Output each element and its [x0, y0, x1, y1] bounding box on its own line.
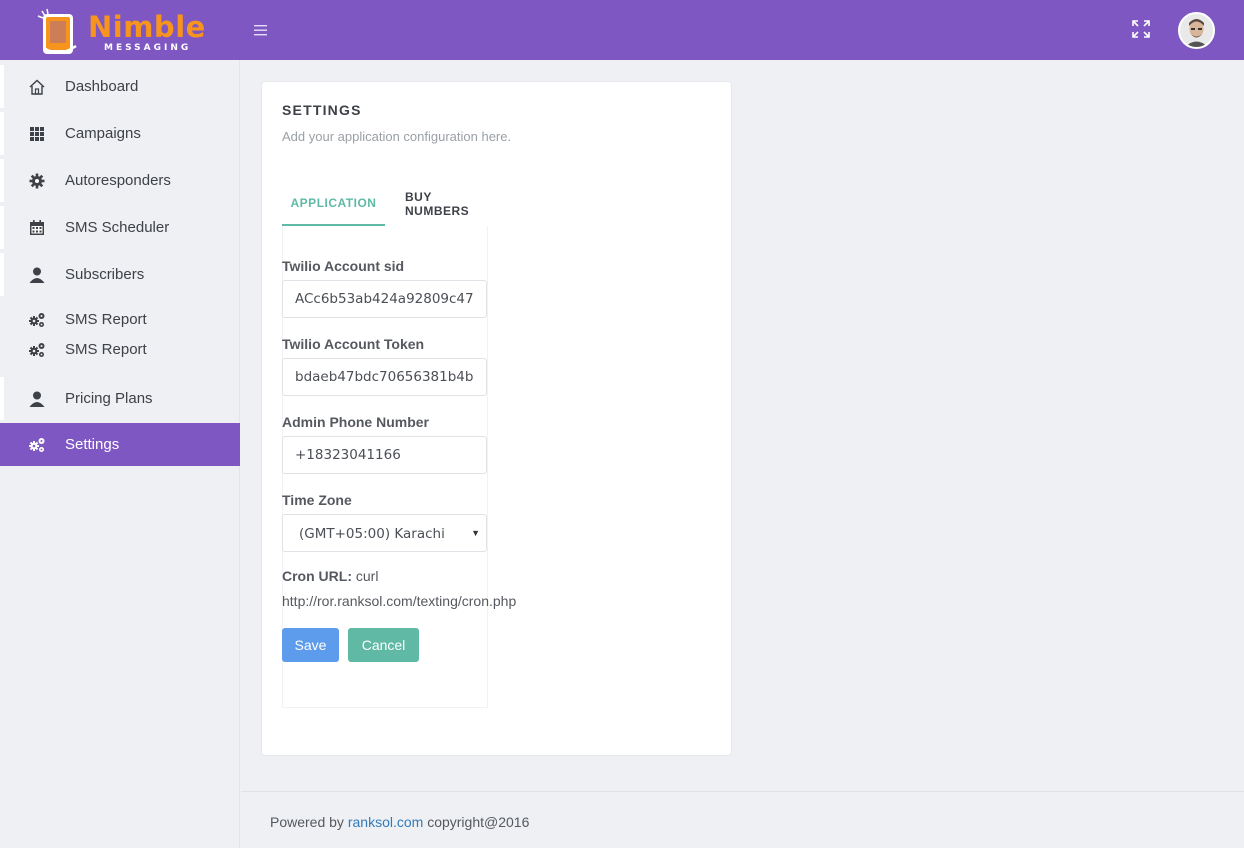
timezone-value: (GMT+05:00) Karachi	[299, 526, 445, 542]
phone-input[interactable]	[282, 436, 487, 474]
settings-tabs: APPLICATION BUY NUMBERS	[282, 182, 492, 226]
sidebar-item-label: Pricing Plans	[65, 390, 153, 407]
gears-icon	[28, 311, 46, 329]
footer-prefix: Powered by	[270, 814, 344, 830]
sidebar-item-campaigns[interactable]: Campaigns	[0, 112, 240, 155]
sidebar-item-pricing-plans[interactable]: Pricing Plans	[0, 377, 240, 420]
calendar-icon	[28, 219, 46, 237]
user-face-icon	[1180, 14, 1213, 47]
brand-tagline: MESSAGING	[104, 43, 192, 53]
sidebar-item-label: Subscribers	[65, 266, 145, 283]
sidebar-item-label: SMS Report	[65, 341, 147, 358]
gears-icon	[28, 436, 46, 454]
sidebar-item-sms-report[interactable]: SMS Report	[0, 305, 240, 335]
sidebar-item-settings[interactable]: Settings	[0, 423, 240, 466]
caret-down-icon: ▼	[471, 528, 480, 538]
phone-logo-icon	[37, 8, 77, 54]
phone-label: Admin Phone Number	[282, 414, 430, 430]
footer-suffix: copyright@2016	[427, 814, 530, 830]
sidebar-item-label: Settings	[65, 436, 120, 453]
sid-input[interactable]	[282, 280, 487, 318]
cron-label: Cron URL:	[282, 568, 352, 584]
tab-buy-numbers[interactable]: BUY NUMBERS	[405, 182, 492, 226]
page-title: SETTINGS	[282, 102, 362, 118]
gear-icon	[28, 172, 46, 190]
sidebar-item-label: Autoresponders	[65, 172, 171, 189]
sidebar-item-label: SMS Report	[65, 311, 147, 328]
user-icon	[28, 390, 46, 408]
sidebar-item-autoresponders[interactable]: Autoresponders	[0, 159, 240, 202]
top-bar: Nimble MESSAGING	[0, 0, 1244, 60]
footer-text: Powered by ranksol.com copyright@2016	[270, 814, 529, 830]
sidebar-item-dashboard[interactable]: Dashboard	[0, 65, 240, 108]
sidebar-item-label: SMS Scheduler	[65, 219, 170, 236]
cron-value-line1: curl	[355, 568, 379, 584]
sid-label: Twilio Account sid	[282, 258, 405, 274]
user-icon	[28, 266, 46, 284]
sidebar: Dashboard Campaigns Autoresponders SMS S…	[0, 60, 240, 848]
sidebar-item-sms-report-2[interactable]: SMS Report	[0, 335, 240, 365]
sidebar-item-sms-scheduler[interactable]: SMS Scheduler	[0, 206, 240, 249]
expand-icon[interactable]	[1130, 18, 1152, 40]
settings-card: SETTINGS Add your application configurat…	[261, 81, 732, 756]
brand-name: Nimble	[88, 10, 206, 44]
brand-logo[interactable]: Nimble MESSAGING	[30, 6, 210, 56]
sidebar-item-label: Dashboard	[65, 78, 139, 95]
token-label: Twilio Account Token	[282, 336, 425, 352]
sidebar-item-label: Campaigns	[65, 125, 141, 142]
hamburger-icon[interactable]	[253, 22, 271, 38]
save-button[interactable]: Save	[282, 628, 339, 662]
token-input[interactable]	[282, 358, 487, 396]
cancel-button[interactable]: Cancel	[348, 628, 419, 662]
cron-url-line2: http://ror.ranksol.com/texting/cron.php	[282, 593, 517, 609]
timezone-label: Time Zone	[282, 492, 352, 508]
timezone-select[interactable]: (GMT+05:00) Karachi ▼	[282, 514, 487, 552]
footer-link[interactable]: ranksol.com	[348, 814, 423, 830]
page-subtitle: Add your application configuration here.	[282, 129, 512, 144]
home-icon	[28, 78, 46, 96]
gears-icon	[28, 341, 46, 359]
grid-icon	[28, 125, 46, 143]
sidebar-item-subscribers[interactable]: Subscribers	[0, 253, 240, 296]
cron-url: Cron URL: curl	[282, 564, 378, 589]
user-avatar[interactable]	[1178, 12, 1215, 49]
footer: Powered by ranksol.com copyright@2016	[241, 791, 1244, 848]
tab-application[interactable]: APPLICATION	[282, 182, 385, 226]
